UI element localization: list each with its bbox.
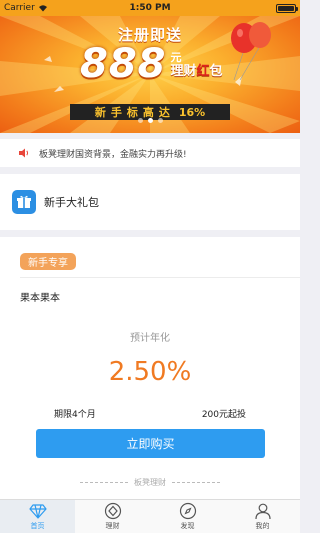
carousel-page-indicator[interactable] xyxy=(0,118,300,123)
footer-dash-right xyxy=(172,482,220,483)
battery-icon xyxy=(275,3,298,13)
status-bar: Carrier 1:50 PM xyxy=(0,0,300,16)
notice-bar[interactable]: 板凳理财国资背景，金融实力再升级! xyxy=(0,139,300,167)
product-card[interactable]: 新手专享 果本果本 预计年化 2.50% 期限4个月 200元起投 立即购买 板… xyxy=(0,237,300,499)
min-investment-text: 200元起投 xyxy=(201,410,246,420)
banner-amount: 888 xyxy=(80,41,167,87)
rate-label: 预计年化 xyxy=(130,333,170,344)
banner-amount-side: 元 理财红包 xyxy=(171,52,223,80)
gift-label: 新手大礼包 xyxy=(44,196,99,209)
newbie-tag: 新手专享 xyxy=(20,253,76,270)
buy-now-button[interactable]: 立即购买 xyxy=(36,429,265,458)
footer-brand: 板凳理财 xyxy=(134,478,166,487)
banner-product-highlight: 红 xyxy=(196,64,210,79)
diamond-icon xyxy=(28,504,47,519)
carrier-group: Carrier xyxy=(4,3,101,13)
tab-label: 首页 xyxy=(30,522,45,530)
banner-unit: 元 xyxy=(170,51,182,64)
tab-discover[interactable]: 发现 xyxy=(150,500,225,533)
tab-bar: 首页 理财 发现 我的 xyxy=(0,499,300,533)
person-icon xyxy=(254,503,271,520)
brand-footer: 板凳理财 xyxy=(0,477,300,488)
tab-label: 理财 xyxy=(105,522,120,530)
battery-group xyxy=(199,3,298,13)
banner-strip-rate: 16% xyxy=(178,105,206,119)
carousel-dot[interactable] xyxy=(137,118,143,123)
carousel-dot[interactable] xyxy=(147,118,153,123)
notice-text: 板凳理财国资背景，金融实力再升级! xyxy=(39,149,187,160)
banner-amount-row: 888 元 理财红包 xyxy=(80,42,223,86)
tab-finance[interactable]: 理财 xyxy=(75,500,150,533)
battery-fill xyxy=(277,5,294,11)
promo-banner[interactable]: 注册即送 888 元 理财红包 新手标高达 16% xyxy=(0,16,300,133)
tab-label: 发现 xyxy=(180,522,195,530)
banner-product: 理财红包 xyxy=(171,64,223,80)
wifi-icon xyxy=(38,5,47,12)
gift-icon xyxy=(12,190,36,214)
carrier-label: Carrier xyxy=(4,3,35,13)
product-name: 果本果本 xyxy=(20,293,60,304)
card-divider xyxy=(20,277,300,278)
tab-label: 我的 xyxy=(255,522,270,530)
compass-icon xyxy=(179,502,196,520)
carousel-dot[interactable] xyxy=(157,118,163,123)
status-time: 1:50 PM xyxy=(129,3,171,13)
gift-package-row[interactable]: 新手大礼包 xyxy=(0,174,300,230)
banner-product-prefix: 理财 xyxy=(170,64,197,79)
footer-dash-left xyxy=(80,482,128,483)
tab-mine[interactable]: 我的 xyxy=(225,500,300,533)
term-text: 期限4个月 xyxy=(54,410,96,420)
annual-rate: 2.50% xyxy=(108,357,192,387)
banner-product-suffix: 包 xyxy=(209,64,223,79)
tab-home[interactable]: 首页 xyxy=(0,500,75,533)
speaker-icon xyxy=(19,148,29,158)
diamond-circle-icon xyxy=(104,502,121,520)
